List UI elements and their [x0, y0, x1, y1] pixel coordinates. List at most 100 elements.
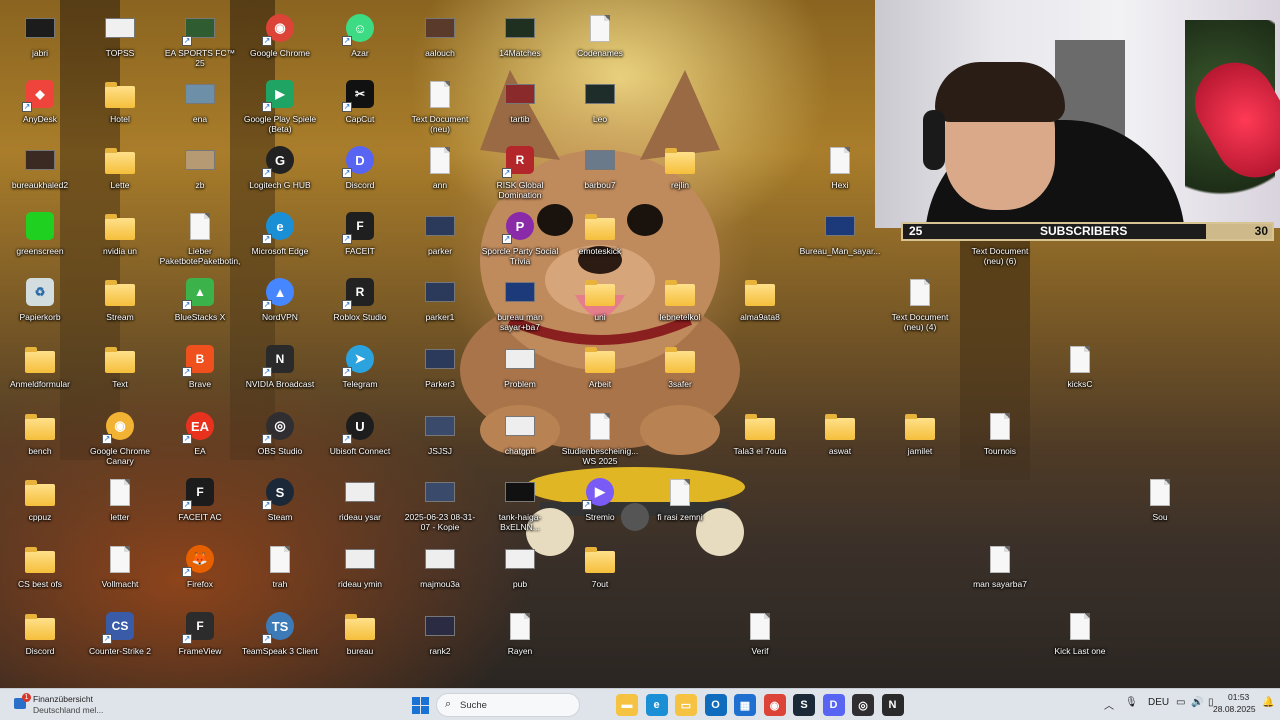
desktop-icon[interactable]: ▶ ↗ Google Play Spiele (Beta)	[241, 78, 319, 134]
desktop-icon[interactable]: N ↗ NVIDIA Broadcast	[241, 343, 319, 389]
desktop-icon[interactable]: alma9ata8	[721, 276, 799, 322]
desktop-icon[interactable]: 2025-06-23 08-31-07 - Kopie	[401, 476, 479, 532]
chevron-up-icon[interactable]: ︿	[1104, 697, 1114, 712]
desktop-icon[interactable]: fi rasi zemni	[641, 476, 719, 522]
desktop-icon[interactable]: bureaukhaled2	[1, 144, 79, 190]
weather-news-widget[interactable]: 1 Finanzübersicht Deutschland mel...	[10, 692, 120, 718]
desktop-icon[interactable]: EA ↗ EA	[161, 410, 239, 456]
desktop-icon[interactable]: Kick Last one	[1041, 610, 1119, 656]
microphone-icon[interactable]: 🎙	[1125, 697, 1138, 708]
desktop-icon[interactable]: Sou	[1121, 476, 1199, 522]
store-task[interactable]: ▦	[734, 694, 756, 716]
desktop-icon[interactable]: Tala3 el 7outa	[721, 410, 799, 456]
desktop-icon[interactable]: Problem	[481, 343, 559, 389]
desktop-icon[interactable]: majmou3a	[401, 543, 479, 589]
desktop-icon[interactable]: ♻ Papierkorb	[1, 276, 79, 322]
desktop-icon[interactable]: R ↗ RISK Global Domination	[481, 144, 559, 200]
desktop-icon[interactable]: Stream	[81, 276, 159, 322]
desktop-icon[interactable]: ▲ ↗ NordVPN	[241, 276, 319, 322]
desktop-icon[interactable]: ▲ ↗ BlueStacks X	[161, 276, 239, 322]
desktop-icon[interactable]: F ↗ FACEIT AC	[161, 476, 239, 522]
chrome-task[interactable]: ◉	[763, 694, 786, 716]
taskbar-search[interactable]: ⌕ Suche	[436, 693, 580, 717]
desktop-icon[interactable]: Vollmacht	[81, 543, 159, 589]
desktop-icon[interactable]: letter	[81, 476, 159, 522]
desktop-icon[interactable]: CS ↗ Counter-Strike 2	[81, 610, 159, 656]
desktop-icon[interactable]: F ↗ FrameView	[161, 610, 239, 656]
desktop-icon[interactable]: Codenames	[561, 12, 639, 58]
volume-icon[interactable]: 🔊	[1191, 697, 1203, 708]
desktop-icon[interactable]: rideau ysar	[321, 476, 399, 522]
desktop-icon[interactable]: lebnetelkol	[641, 276, 719, 322]
desktop-icon[interactable]: S ↗ Steam	[241, 476, 319, 522]
clock-time[interactable]: 01:53	[1228, 692, 1249, 702]
desktop-icon[interactable]: G ↗ Logitech G HUB	[241, 144, 319, 190]
file-explorer-task[interactable]: ▬	[616, 694, 638, 716]
desktop-icon[interactable]: Arbeit	[561, 343, 639, 389]
desktop-icon[interactable]: uni	[561, 276, 639, 322]
desktop-icon[interactable]: Text Document (neu)	[401, 78, 479, 134]
desktop-icon[interactable]: Rayen	[481, 610, 559, 656]
desktop-icon[interactable]: JSJSJ	[401, 410, 479, 456]
desktop-icon[interactable]: aalouch	[401, 12, 479, 58]
desktop-icon[interactable]: trah	[241, 543, 319, 589]
desktop-icon[interactable]: zb	[161, 144, 239, 190]
desktop-icon[interactable]: tartib	[481, 78, 559, 124]
desktop-icon[interactable]: ➤ ↗ Telegram	[321, 343, 399, 389]
desktop-icon[interactable]: bureau	[321, 610, 399, 656]
nvidia-task[interactable]: N	[881, 694, 904, 716]
desktop-icon[interactable]: TOPSS	[81, 12, 159, 58]
start-button[interactable]	[409, 694, 431, 716]
outlook-task[interactable]: O	[704, 694, 727, 716]
desktop-icon[interactable]: pub	[481, 543, 559, 589]
desktop-icon[interactable]: F ↗ FACEIT	[321, 210, 399, 256]
desktop-icon[interactable]: P ↗ Sporcle Party Social Trivia	[481, 210, 559, 266]
desktop-icon[interactable]: parker	[401, 210, 479, 256]
desktop-icon[interactable]: nvidia un	[81, 210, 159, 256]
desktop-icon[interactable]: aswat	[801, 410, 879, 456]
desktop-icon[interactable]: Hexi	[801, 144, 879, 190]
desktop-icon[interactable]: Lette	[81, 144, 159, 190]
obs-task[interactable]: ◎	[852, 694, 874, 716]
desktop-icon[interactable]: ↗ EA SPORTS FC™ 25	[161, 12, 239, 68]
desktop-icon[interactable]: bureau man sayar+ba7	[481, 276, 559, 332]
desktop-icon[interactable]: jamilet	[881, 410, 959, 456]
desktop-icon[interactable]: ▶ ↗ Stremio	[561, 476, 639, 522]
desktop-icon[interactable]: Leo	[561, 78, 639, 124]
steam-task[interactable]: S	[793, 694, 815, 716]
desktop-icon[interactable]: tank-haiga-BxELNN...	[481, 476, 559, 532]
desktop-icon[interactable]: U ↗ Ubisoft Connect	[321, 410, 399, 456]
desktop-icon[interactable]: e ↗ Microsoft Edge	[241, 210, 319, 256]
desktop-icon[interactable]: 14Matches	[481, 12, 559, 58]
desktop-icon[interactable]: ann	[401, 144, 479, 190]
desktop-icon[interactable]: emoteskick	[561, 210, 639, 256]
desktop-icon[interactable]: man sayarba7	[961, 543, 1039, 589]
desktop-icon[interactable]: R ↗ Roblox Studio	[321, 276, 399, 322]
desktop-icon[interactable]: ◉ ↗ Google Chrome Canary	[81, 410, 159, 466]
desktop-icon[interactable]: Verif	[721, 610, 799, 656]
desktop-icon[interactable]: rank2	[401, 610, 479, 656]
desktop-icon[interactable]: Lieber PaketbotePaketbotin,	[160, 210, 240, 266]
folder-task[interactable]: ▭	[675, 694, 697, 716]
desktop-icon[interactable]: cppuz	[1, 476, 79, 522]
desktop-icon[interactable]: kicksC	[1041, 343, 1119, 389]
desktop-icon[interactable]: B ↗ Brave	[161, 343, 239, 389]
desktop-icon[interactable]: Discord	[1, 610, 79, 656]
discord-task[interactable]: D	[822, 694, 845, 716]
desktop-icon[interactable]: Text Document (neu) (4)	[881, 276, 959, 332]
desktop-icon[interactable]: ☺ ↗ Azar	[321, 12, 399, 58]
language-indicator[interactable]: DEU	[1148, 697, 1169, 708]
desktop-icon[interactable]: greenscreen	[1, 210, 79, 256]
desktop-icon[interactable]: TS ↗ TeamSpeak 3 Client	[241, 610, 319, 656]
desktop-icon[interactable]: Hotel	[81, 78, 159, 124]
desktop-icon[interactable]: parker1	[401, 276, 479, 322]
desktop-icon[interactable]: rejlin	[641, 144, 719, 190]
desktop-icon[interactable]: jabri	[1, 12, 79, 58]
network-icon[interactable]: ▭	[1176, 697, 1185, 708]
desktop-icon[interactable]: Studienbescheinig... WS 2025	[561, 410, 639, 466]
desktop-icon[interactable]: ◆ ↗ AnyDesk	[1, 78, 79, 124]
desktop-icon[interactable]: rideau ymin	[321, 543, 399, 589]
desktop-icon[interactable]: CS best ofs	[1, 543, 79, 589]
desktop-icon[interactable]: Text	[81, 343, 159, 389]
clock-date[interactable]: 28.08.2025	[1213, 704, 1256, 714]
